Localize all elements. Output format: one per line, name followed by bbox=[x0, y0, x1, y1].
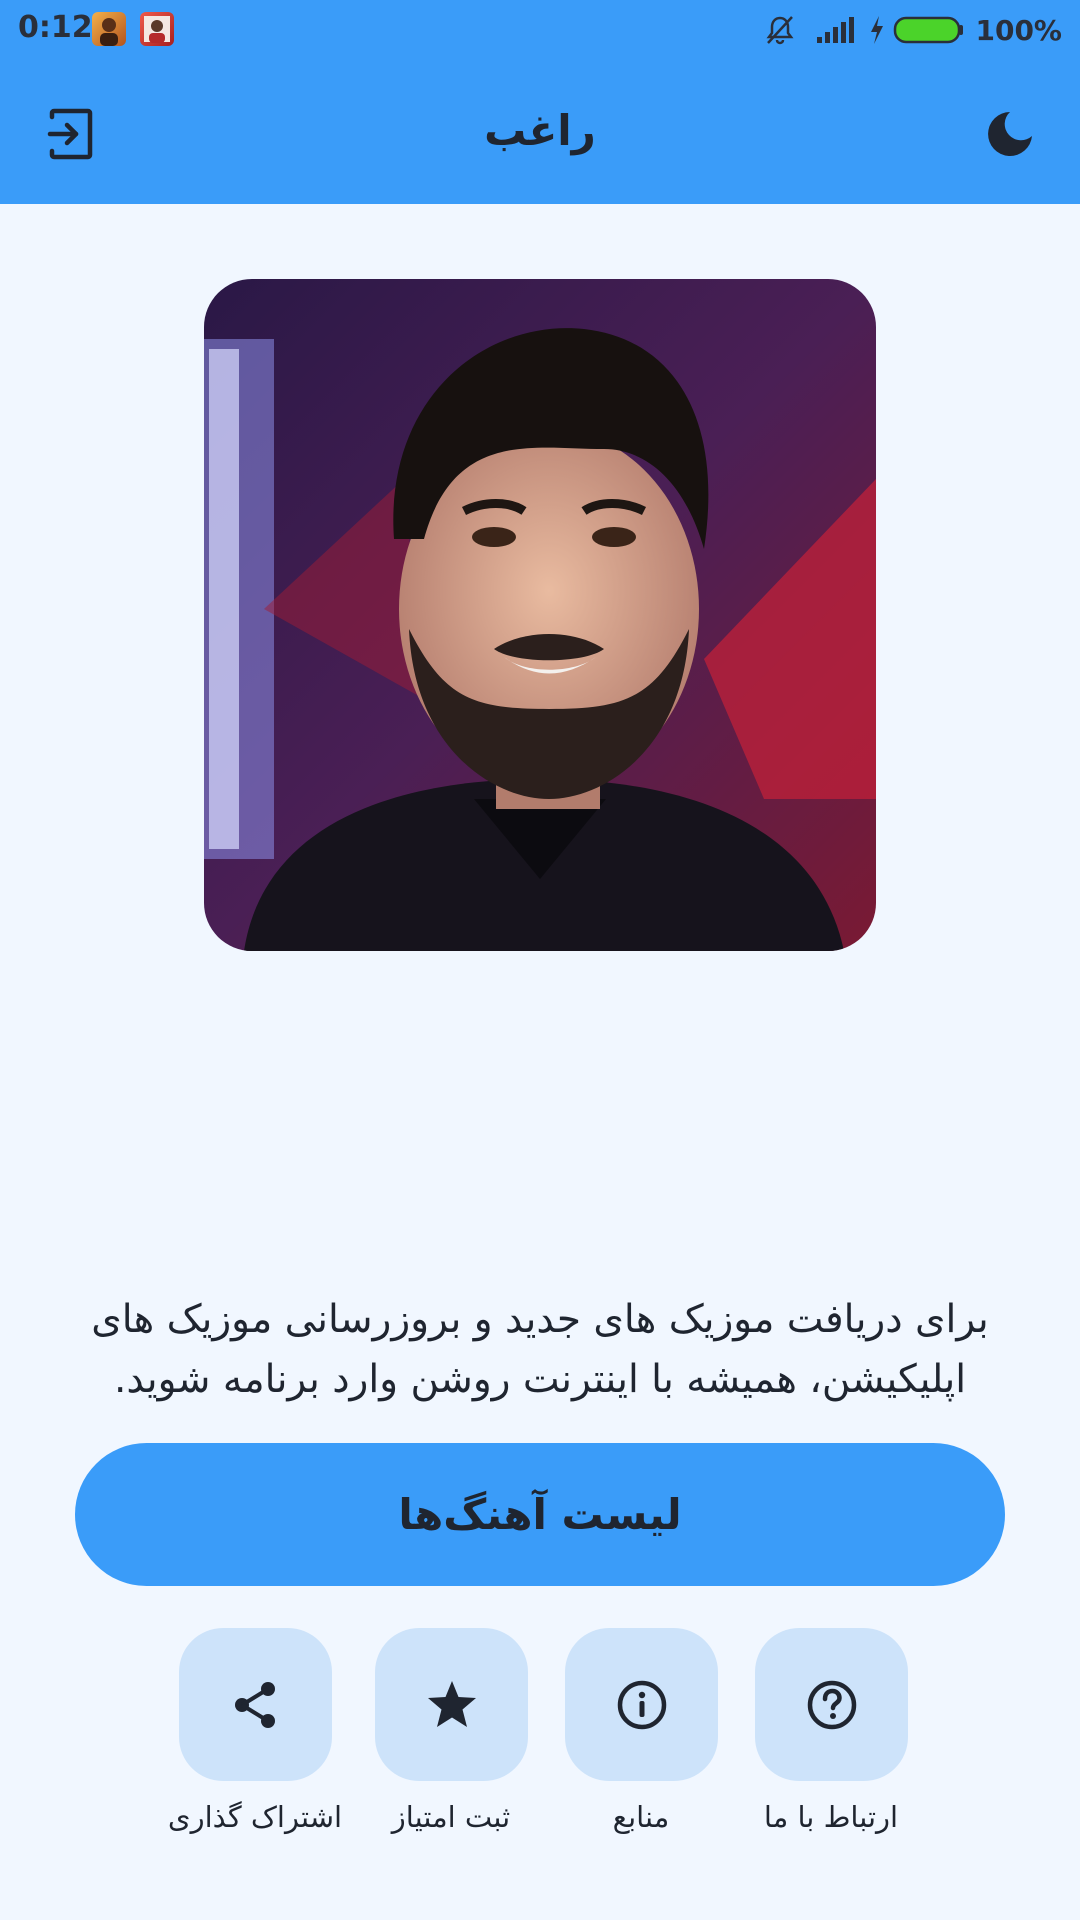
app-bar: راغب bbox=[0, 60, 1080, 204]
rate-button[interactable] bbox=[375, 1628, 528, 1781]
share-icon bbox=[234, 1681, 275, 1728]
status-bar: 0:12 100% bbox=[0, 0, 1080, 60]
status-indicators: 100% bbox=[763, 8, 1062, 52]
charging-icon bbox=[871, 16, 884, 44]
contact-label: ارتباط با ما bbox=[763, 1800, 899, 1834]
page-title: راغب bbox=[484, 106, 596, 155]
sources-label: منابع bbox=[612, 1800, 670, 1834]
info-text: برای دریافت موزیک های جدید و بروزرسانی م… bbox=[40, 1290, 1040, 1410]
signal-icon bbox=[817, 17, 855, 43]
status-time: 0:12 bbox=[18, 10, 93, 45]
contact-button[interactable] bbox=[755, 1628, 908, 1781]
info-icon bbox=[617, 1680, 666, 1729]
info-text-line: اپلیکیشن، همیشه با اینترنت روشن وارد برن… bbox=[113, 1357, 967, 1402]
muted-bell-icon bbox=[766, 16, 794, 45]
rate-label: ثبت امتیاز bbox=[391, 1800, 511, 1834]
battery-percent: 100% bbox=[975, 13, 1062, 47]
help-icon bbox=[807, 1680, 856, 1729]
sources-button[interactable] bbox=[565, 1628, 718, 1781]
artist-photo bbox=[204, 279, 876, 951]
dark-mode-toggle[interactable] bbox=[980, 104, 1040, 164]
moon-icon bbox=[988, 112, 1032, 156]
notification-app-icon bbox=[92, 12, 126, 46]
notification-app-icon bbox=[140, 12, 174, 46]
song-list-button[interactable]: لیست آهنگ‌ها bbox=[75, 1443, 1005, 1586]
info-text-line: برای دریافت موزیک های جدید و بروزرسانی م… bbox=[91, 1297, 989, 1342]
battery-icon bbox=[894, 16, 964, 44]
star-icon bbox=[427, 1680, 476, 1727]
share-label: اشتراک گذاری bbox=[167, 1800, 343, 1834]
share-button[interactable] bbox=[179, 1628, 332, 1781]
